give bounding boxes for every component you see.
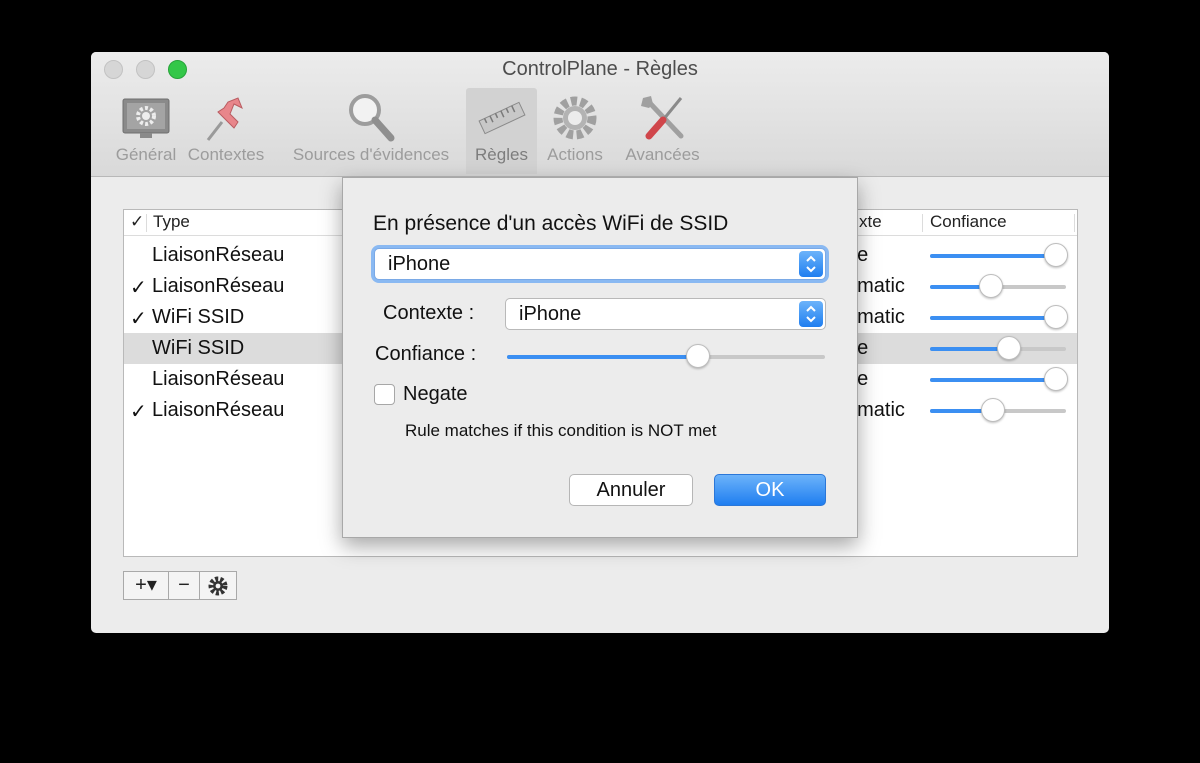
rule-enabled-checkbox[interactable]: ✓ [130, 306, 147, 331]
toolbar-evidence-sources[interactable]: Sources d'évidences [281, 88, 461, 174]
chevron-updown-icon [799, 251, 823, 277]
toolbar-contexts[interactable]: Contextes [181, 88, 271, 174]
add-rule-button[interactable]: +▾ [124, 572, 168, 599]
column-divider [1074, 214, 1075, 232]
rule-type: LiaisonRéseau [152, 275, 285, 297]
slider-fill [930, 378, 1057, 382]
rule-type: WiFi SSID [152, 337, 245, 359]
toolbar-label: Sources d'évidences [292, 145, 450, 164]
toolbar-label: Règles [475, 145, 528, 164]
rule-enabled-checkbox[interactable]: ✓ [130, 275, 147, 300]
remove-rule-button[interactable]: − [169, 572, 199, 599]
toolbar-label: Général [115, 145, 177, 164]
rule-type: LiaisonRéseau [152, 368, 285, 390]
confidence-slider[interactable] [507, 344, 825, 368]
context-value: iPhone [519, 303, 582, 325]
rule-enabled-checkbox[interactable]: ✓ [130, 399, 147, 424]
ssid-popup[interactable]: iPhone [374, 248, 826, 280]
slider-knob[interactable] [1044, 305, 1069, 329]
rule-context: omatic [846, 275, 905, 297]
window-title: ControlPlane - Règles [502, 58, 698, 80]
rule-context: omatic [846, 306, 905, 328]
display-gear-icon [122, 98, 170, 138]
rule-confidence-slider[interactable] [930, 336, 1066, 360]
magnifier-icon [349, 94, 395, 142]
ssid-value: iPhone [388, 253, 451, 275]
negate-label[interactable]: Negate [403, 383, 468, 406]
gear-icon [208, 576, 228, 596]
slider-knob[interactable] [685, 344, 710, 368]
cancel-button[interactable]: Annuler [569, 474, 693, 506]
slider-knob[interactable] [980, 398, 1005, 422]
ruler-icon [477, 101, 526, 135]
rule-context: ne [846, 244, 926, 267]
column-header-context[interactable]: xte [859, 212, 882, 232]
chevron-updown-icon [799, 301, 823, 327]
toolbar-rules[interactable]: Règles [466, 88, 537, 174]
rule-type: LiaisonRéseau [152, 244, 285, 266]
slider-fill [930, 254, 1057, 258]
table-button-bar: +▾ − [123, 571, 237, 600]
slider-knob[interactable] [979, 274, 1004, 298]
negate-checkbox[interactable] [374, 384, 395, 405]
ok-button[interactable]: OK [714, 474, 826, 506]
slider-fill [930, 316, 1057, 320]
rule-confidence-slider[interactable] [930, 398, 1066, 422]
rule-confidence-slider[interactable] [930, 367, 1069, 391]
column-divider [146, 214, 147, 232]
rule-context: ne [846, 337, 926, 360]
toolbar-label: Actions [547, 145, 603, 164]
toolbar-general[interactable]: Général [101, 88, 191, 174]
gear-icon [553, 96, 597, 140]
slider-knob[interactable] [996, 336, 1021, 360]
column-divider [922, 214, 923, 232]
titlebar: ControlPlane - Règles Général Contextes [91, 52, 1109, 177]
slider-fill [507, 355, 698, 359]
rule-options-button[interactable] [200, 572, 236, 599]
toolbar-label: Contextes [187, 145, 265, 164]
context-label: Contexte : [383, 302, 475, 324]
negate-note: Rule matches if this condition is NOT me… [405, 421, 717, 440]
toolbar-advanced[interactable]: Avancées [615, 88, 710, 174]
context-popup[interactable]: iPhone [505, 298, 826, 330]
rule-confidence-slider[interactable] [930, 305, 1069, 329]
rule-edit-sheet: En présence d'un accès WiFi de SSID iPho… [342, 177, 858, 538]
sheet-title: En présence d'un accès WiFi de SSID [373, 212, 729, 235]
toolbar-label: Avancées [625, 145, 700, 164]
column-header-enabled[interactable]: ✓ [130, 212, 144, 232]
rule-confidence-slider[interactable] [930, 243, 1069, 267]
toolbar-actions[interactable]: Actions [540, 88, 610, 174]
confidence-label: Confiance : [375, 343, 477, 365]
column-header-type[interactable]: Type [153, 212, 190, 232]
rule-type: WiFi SSID [152, 306, 245, 328]
rule-context: omatic [846, 399, 905, 421]
column-header-confidence[interactable]: Confiance [930, 212, 1007, 232]
rule-context: ne [846, 368, 926, 391]
slider-knob[interactable] [1044, 367, 1069, 391]
slider-knob[interactable] [1044, 243, 1069, 267]
rule-confidence-slider[interactable] [930, 274, 1066, 298]
tools-icon [640, 96, 683, 140]
rule-type: LiaisonRéseau [152, 399, 285, 421]
pushpin-icon [206, 97, 243, 141]
